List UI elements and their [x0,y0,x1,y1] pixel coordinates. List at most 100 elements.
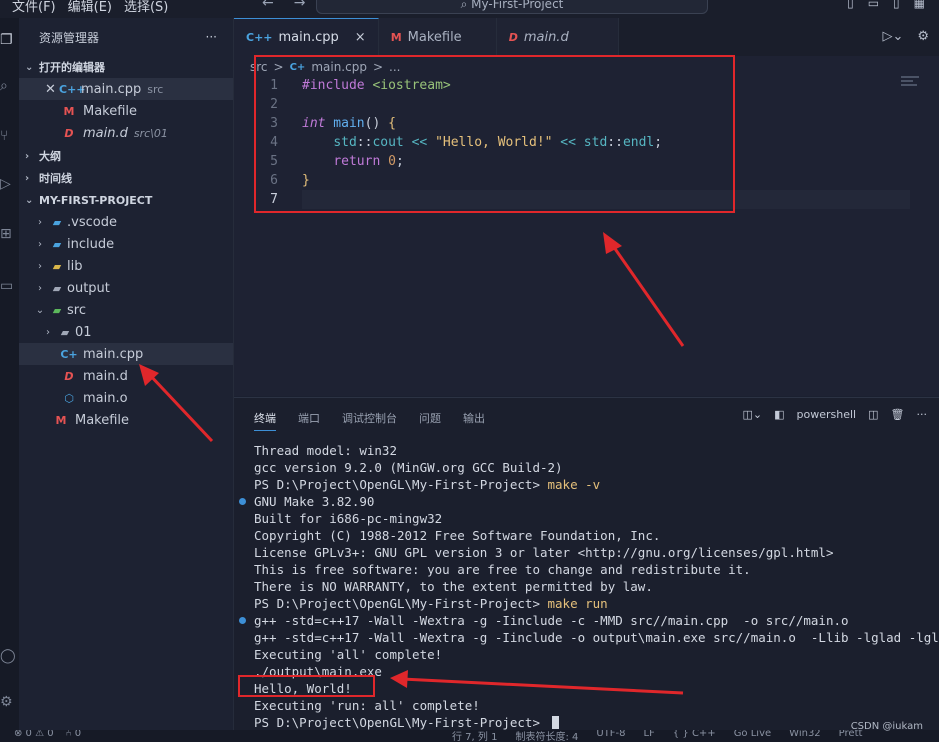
tab-output[interactable]: 输出 [463,410,485,431]
source-control-icon[interactable]: ⑂ [0,128,19,144]
tab-debug-console[interactable]: 调试控制台 [342,410,397,431]
encoding[interactable]: UTF-8 [596,730,625,742]
makefile-icon: M [63,104,75,118]
tree-folder-src[interactable]: ⌄ ▰ src [19,299,233,321]
line-ending[interactable]: LF [644,730,655,742]
cpp-file-icon: C++ [59,82,86,96]
tree-folder-01[interactable]: › ▰ 01 [19,321,233,343]
toggle-sidebar-icon[interactable]: ▯ [847,0,854,10]
open-editor-main-cpp[interactable]: ✕ C++ main.cpp src [19,78,233,100]
terminal-line: Thread model: win32 [254,443,397,458]
indentation[interactable]: 制表符长度: 4 [515,730,578,742]
tab-main-d[interactable]: D main.d [496,18,619,56]
tree-folder-lib[interactable]: › ▰ lib [19,255,233,277]
project-header[interactable]: ⌄ MY-FIRST-PROJECT [19,189,233,211]
tree-item-label: main.d [83,368,128,384]
command-center[interactable]: ⌕ My-First-Project [316,0,708,14]
cursor-position[interactable]: 行 7, 列 1 [452,730,497,742]
menu-selection[interactable]: 选择(S) [124,0,168,15]
terminal-line: There is NO WARRANTY, to the extent perm… [254,579,653,594]
terminal-line: Executing 'run: all' complete! [254,698,480,713]
gear-icon[interactable]: ⚙ [917,29,929,44]
tree-file-makefile[interactable]: M Makefile [19,409,233,431]
timeline-header[interactable]: › 时间线 [19,167,233,189]
dependency-file-icon: D [64,369,74,383]
makefile-icon: M [55,413,67,427]
tree-file-main-cpp[interactable]: C+ main.cpp [19,343,233,365]
more-actions-icon[interactable]: ··· [917,408,928,421]
ports-status[interactable]: ⑃ 0 [66,730,82,739]
open-editor-label: main.cpp [81,81,142,97]
tab-terminal[interactable]: 终端 [254,410,276,431]
terminal-line: gcc version 9.2.0 (MinGW.org GCC Build-2… [254,460,563,475]
manage-gear-icon[interactable]: ⚙ [0,694,19,710]
more-actions-icon[interactable]: ··· [206,30,217,44]
search-icon[interactable]: ⌕ [0,78,19,94]
tree-item-label: main.o [83,390,128,406]
tree-file-main-d[interactable]: D main.d [19,365,233,387]
customize-layout-icon[interactable]: ▦ [914,0,925,10]
terminal-line: Built for i686-pc-mingw32 [254,511,443,526]
open-editor-makefile[interactable]: M Makefile [19,100,233,122]
minimap[interactable] [901,76,923,90]
split-icon[interactable]: ◫ [868,408,878,421]
tree-folder-include[interactable]: › ▰ include [19,233,233,255]
tree-folder-vscode[interactable]: › ▰ .vscode [19,211,233,233]
tab-problems[interactable]: 问题 [419,410,441,431]
tree-item-label: src [67,302,86,318]
toggle-panel-icon[interactable]: ▭ [868,0,879,10]
tab-makefile[interactable]: M Makefile [378,18,497,56]
problems-status[interactable]: ⊗ 0 ⚠ 0 [14,730,54,739]
go-live[interactable]: Go Live [734,730,771,742]
terminal-icon: ◧ [774,408,785,421]
dependency-file-icon: D [508,30,518,44]
chevron-down-icon: ⌄ [35,304,45,316]
project-title: MY-FIRST-PROJECT [39,193,153,207]
back-arrow-icon[interactable]: ← [262,0,274,11]
chevron-down-icon: ⌄ [25,194,34,206]
panel-tabs: 终端 端口 调试控制台 问题 输出 [254,410,485,431]
extensions-icon[interactable]: ⊞ [0,226,19,242]
command-decoration-dot[interactable] [239,498,246,505]
forward-arrow-icon[interactable]: → [294,0,306,11]
annotation-box-code [254,55,735,213]
menu-file[interactable]: 文件(F) [12,0,56,15]
menu-bar: 文件(F) 编辑(E) 选择(S) [12,0,168,15]
tree-file-main-o[interactable]: ⬡ main.o [19,387,233,409]
tree-item-label: main.cpp [83,346,144,362]
run-debug-icon[interactable]: ▷ [0,176,19,192]
language-mode[interactable]: { } C++ [673,730,716,742]
terminal-shell-name[interactable]: powershell [797,408,857,421]
open-editor-main-d[interactable]: D main.d src\01 [19,122,233,144]
explorer-icon[interactable]: ❐ [0,32,19,48]
close-icon[interactable]: × [355,30,366,45]
cpp-file-icon: C+ [60,347,78,361]
platform[interactable]: Win32 [789,730,821,742]
chevron-right-icon: › [38,260,42,272]
terminal-line: License GPLv3+: GNU GPL version 3 or lat… [254,545,834,560]
terminal-line: Copyright (C) 1988-2012 Free Software Fo… [254,528,661,543]
close-icon[interactable]: ✕ [45,82,59,97]
menu-edit[interactable]: 编辑(E) [68,0,112,15]
outline-header[interactable]: › 大纲 [19,145,233,167]
terminal-line: PS D:\Project\OpenGL\My-First-Project> m… [254,477,601,492]
chevron-right-icon: › [38,282,42,294]
account-icon[interactable]: ◯ [0,648,19,664]
tree-folder-output[interactable]: › ▰ output [19,277,233,299]
trash-icon[interactable]: 🗑 [891,408,905,421]
tab-ports[interactable]: 端口 [298,410,320,431]
dependency-file-icon: D [64,126,74,140]
toggle-secondary-sidebar-icon[interactable]: ▯ [893,0,900,10]
open-editors-title: 打开的编辑器 [39,61,105,74]
tab-main-cpp[interactable]: C++ main.cpp × [234,18,379,56]
makefile-icon: M [390,30,402,44]
run-code-icon[interactable]: ▷⌄ [882,29,903,44]
chevron-right-icon: › [25,172,30,184]
command-decoration-dot[interactable] [239,617,246,624]
chevron-right-icon: › [46,326,50,338]
open-editors-header[interactable]: ⌄ 打开的编辑器 [19,56,233,78]
title-bar: 文件(F) 编辑(E) 选择(S) ← → ⌕ My-First-Project… [0,0,939,18]
split-terminal-icon[interactable]: ◫⌄ [743,408,763,421]
terminal-line: This is free software: you are free to c… [254,562,751,577]
remote-explorer-icon[interactable]: ▭ [0,278,19,294]
